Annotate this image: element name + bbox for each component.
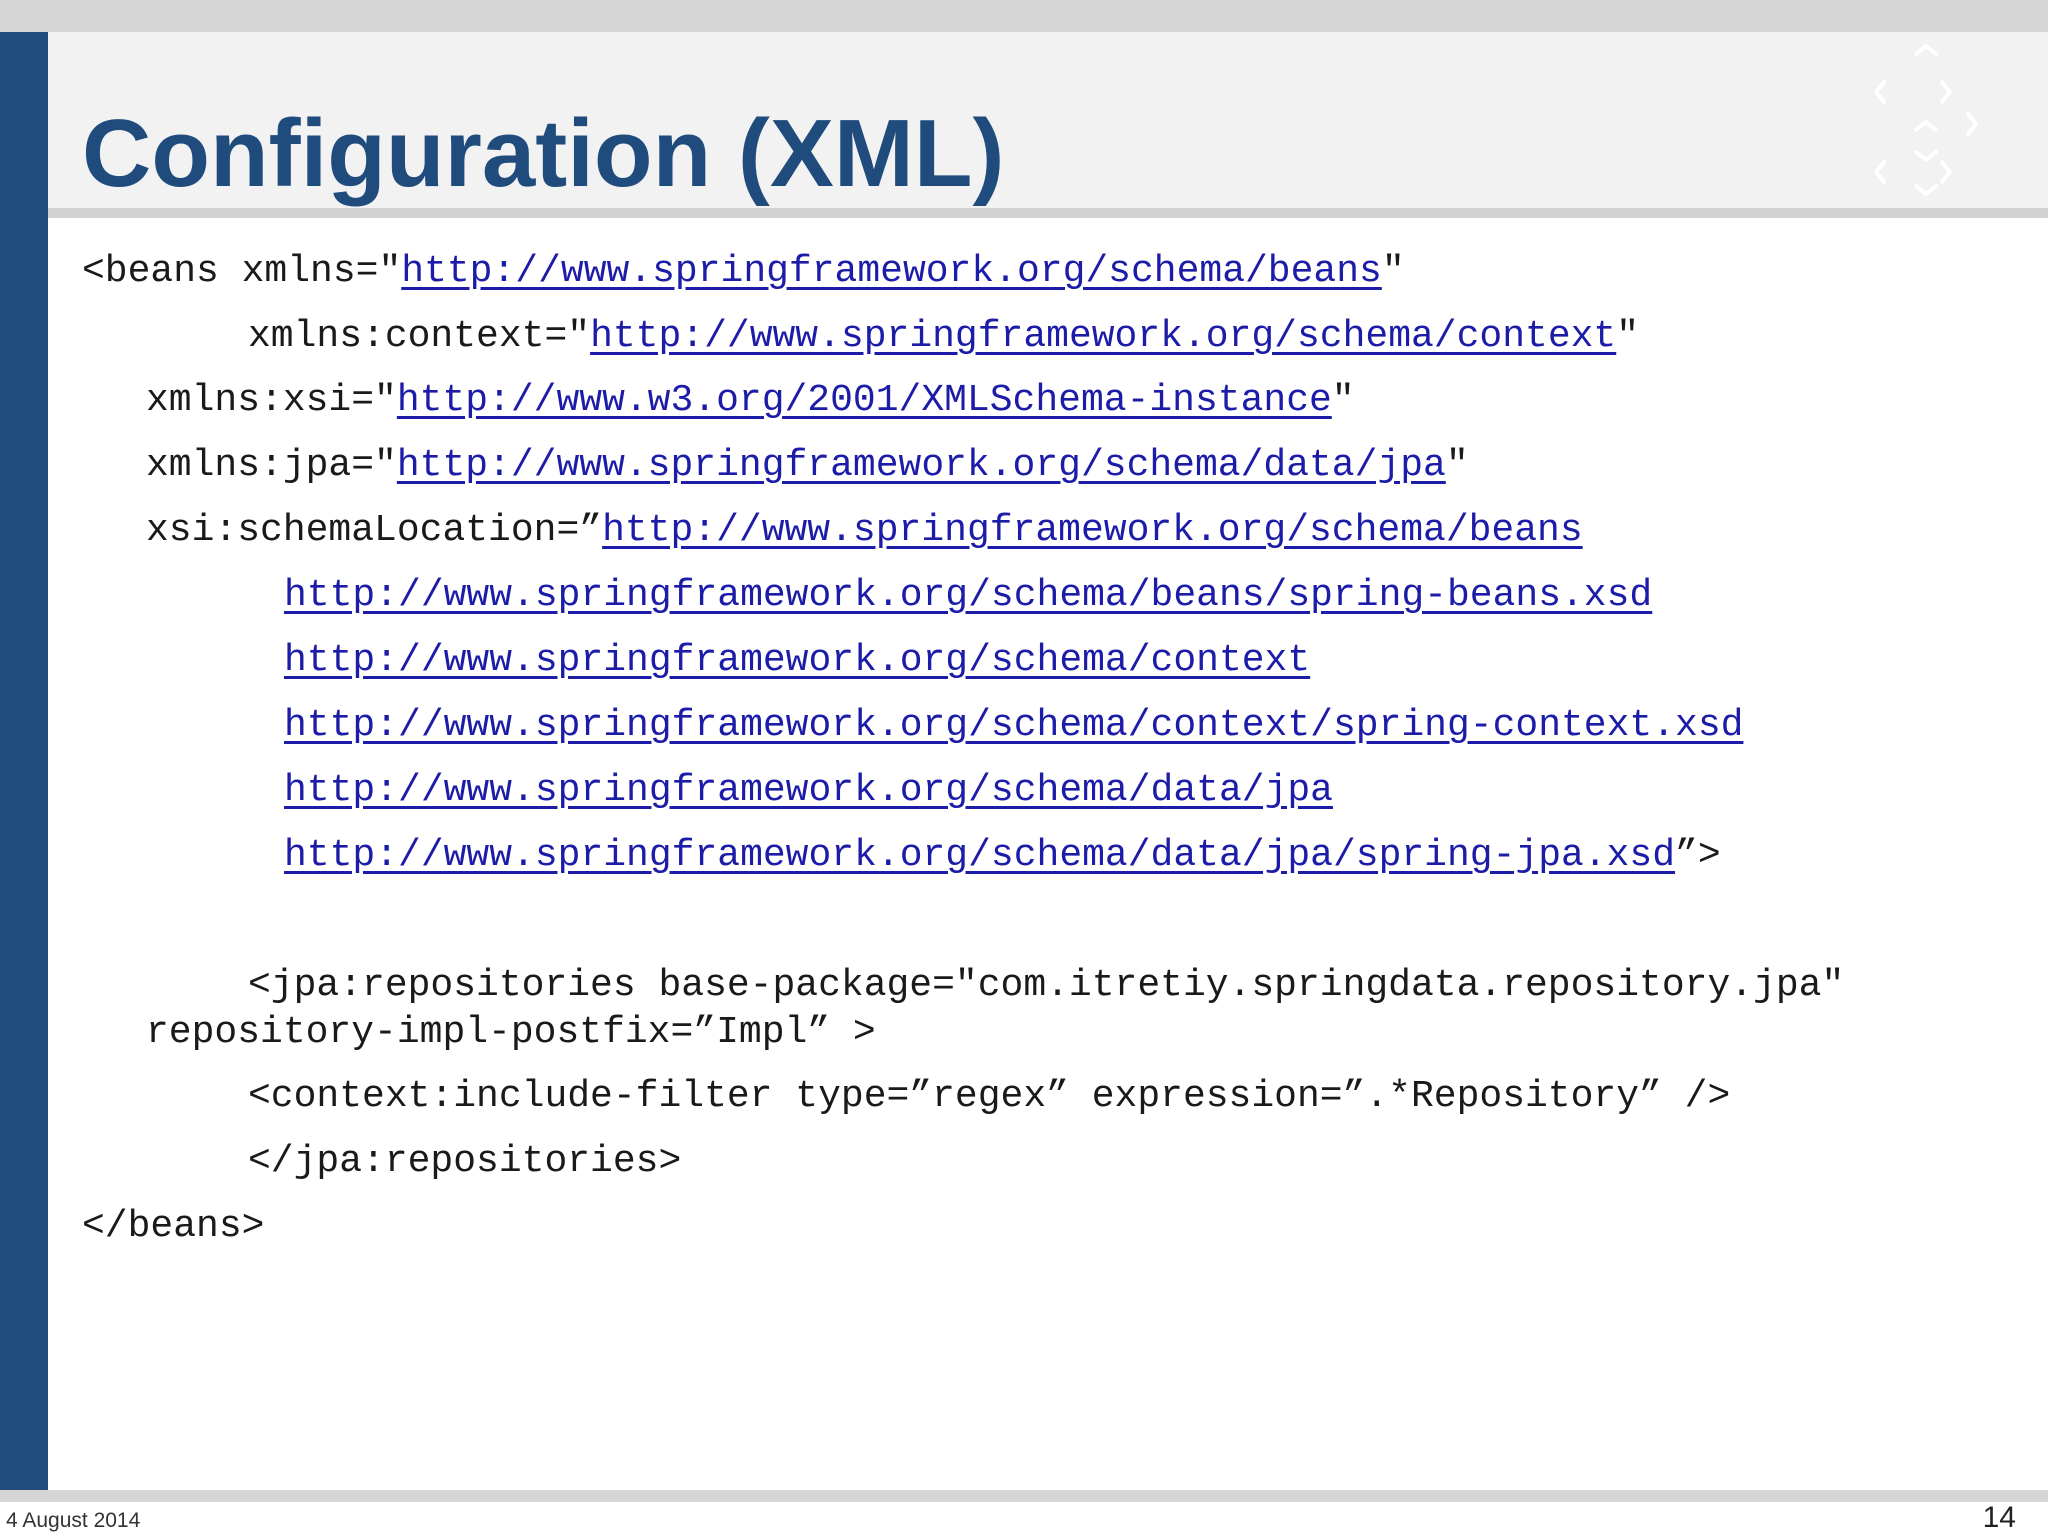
schema-link[interactable]: http://www.springframework.org/schema/da… bbox=[284, 769, 1333, 812]
schema-link[interactable]: http://www.springframework.org/schema/be… bbox=[284, 574, 1652, 617]
top-band bbox=[0, 0, 2048, 32]
code-line: repository-impl-postfix=”Impl” > bbox=[146, 1011, 876, 1054]
decorative-arrows-icon bbox=[1874, 44, 1978, 196]
code-line: xsi:schemaLocation=”http://www.springfra… bbox=[146, 509, 1583, 552]
code-line: xmlns:jpa="http://www.springframework.or… bbox=[146, 444, 1469, 487]
left-accent-bar bbox=[0, 32, 48, 1490]
footer-divider bbox=[0, 1490, 2048, 1502]
code-line: <jpa:repositories base-package="com.itre… bbox=[248, 964, 1845, 1007]
schema-link[interactable]: http://www.w3.org/2001/XMLSchema-instanc… bbox=[397, 379, 1332, 422]
code-line: http://www.springframework.org/schema/co… bbox=[284, 638, 1310, 684]
page-number: 14 bbox=[1982, 1501, 2016, 1534]
code-line: <beans xmlns="http://www.springframework… bbox=[82, 250, 1405, 293]
schema-link[interactable]: http://www.springframework.org/schema/co… bbox=[284, 704, 1743, 747]
code-line: http://www.springframework.org/schema/be… bbox=[284, 573, 1652, 619]
schema-link[interactable]: http://www.springframework.org/schema/co… bbox=[284, 639, 1310, 682]
code-line: <context:include-filter type=”regex” exp… bbox=[248, 1075, 1731, 1118]
code-line: http://www.springframework.org/schema/da… bbox=[284, 768, 1333, 814]
footer-date: 4 August 2014 bbox=[6, 1509, 141, 1532]
code-line: </beans> bbox=[82, 1205, 265, 1248]
schema-link[interactable]: http://www.springframework.org/schema/da… bbox=[397, 444, 1446, 487]
code-line: xmlns:context="http://www.springframewor… bbox=[248, 315, 1640, 358]
slide-title: Configuration (XML) bbox=[82, 100, 1005, 207]
schema-link[interactable]: http://www.springframework.org/schema/be… bbox=[602, 509, 1583, 552]
code-line: xmlns:xsi="http://www.w3.org/2001/XMLSch… bbox=[146, 379, 1355, 422]
code-line: http://www.springframework.org/schema/da… bbox=[284, 834, 1721, 877]
schema-link[interactable]: http://www.springframework.org/schema/co… bbox=[590, 315, 1616, 358]
schema-link[interactable]: http://www.springframework.org/schema/be… bbox=[401, 250, 1382, 293]
schema-link[interactable]: http://www.springframework.org/schema/da… bbox=[284, 834, 1675, 877]
code-line: http://www.springframework.org/schema/co… bbox=[284, 703, 1743, 749]
code-line: </jpa:repositories> bbox=[248, 1140, 682, 1183]
